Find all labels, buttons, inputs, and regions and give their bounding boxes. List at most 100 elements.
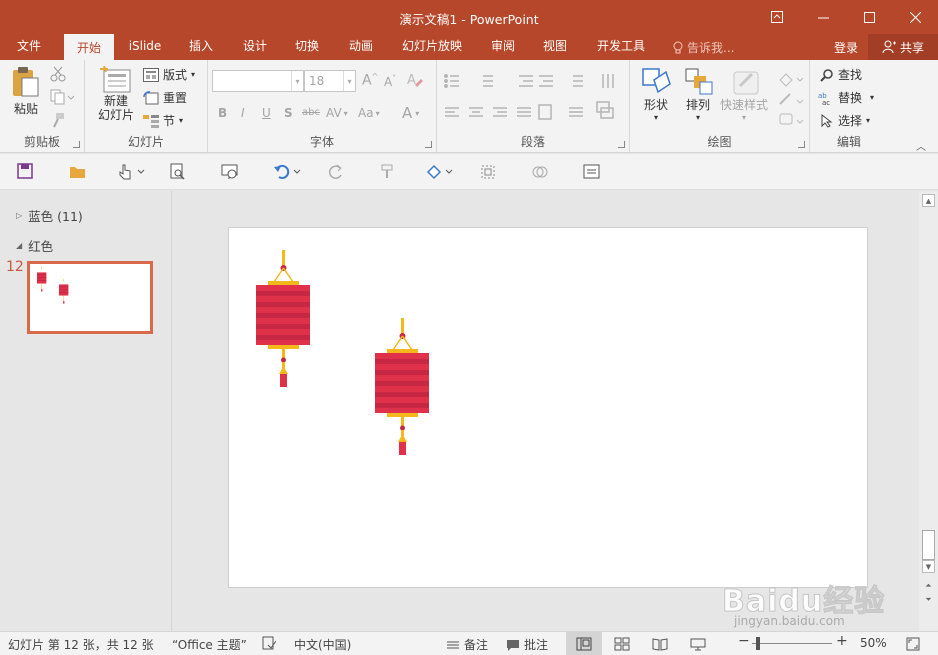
language[interactable]: 中文(中国) (294, 636, 351, 653)
shapes-button[interactable]: 形状 ▾ (636, 66, 676, 122)
slide-canvas[interactable] (228, 227, 868, 588)
slide-sorter-button[interactable] (604, 632, 640, 655)
spell-check-icon[interactable] (262, 636, 276, 650)
bold-button[interactable]: B (218, 106, 227, 120)
font-family-select[interactable]: ▾ (212, 70, 304, 92)
paragraph-group: 段落 (437, 60, 630, 153)
tab-home[interactable]: 开始 (64, 34, 114, 60)
notes-icon (447, 641, 459, 648)
paragraph-group-label: 段落 (520, 135, 545, 149)
next-slide-icon[interactable]: ⏷ (922, 593, 935, 606)
strikethrough-button[interactable]: abc (302, 107, 320, 118)
tab-design[interactable]: 设计 (232, 34, 278, 60)
font-launcher-icon[interactable] (425, 141, 432, 148)
underline-button[interactable]: U (262, 106, 271, 120)
undo-icon[interactable] (272, 162, 302, 182)
collapse-ribbon-icon[interactable]: ︿ (916, 138, 926, 153)
clipboard-launcher-icon[interactable] (73, 141, 80, 148)
replace-button[interactable]: ab ac 替换 ▾ (818, 89, 874, 106)
notes-button[interactable]: 备注 (446, 636, 488, 653)
zoom-out-button[interactable]: − (738, 633, 750, 649)
new-slide-button[interactable]: 新建 幻灯片 (91, 66, 141, 122)
scroll-thumb[interactable] (922, 530, 935, 560)
insert-picture-icon[interactable] (582, 162, 602, 182)
tab-slideshow[interactable]: 幻灯片放映 (396, 34, 468, 60)
vertical-scrollbar[interactable]: ▲ ▼ ⏶ ⏷ (919, 191, 938, 631)
shapes-qat-icon[interactable] (424, 162, 454, 182)
open-folder-icon[interactable] (68, 162, 88, 182)
scroll-up-icon[interactable]: ▲ (922, 194, 935, 207)
shadow-button[interactable]: S (284, 106, 293, 120)
reset-icon (143, 90, 159, 104)
fit-to-window-button[interactable] (906, 637, 920, 651)
lantern-left[interactable] (256, 250, 310, 387)
section-button[interactable]: 节 ▾ (143, 112, 183, 129)
shapes-icon (642, 68, 671, 94)
slide-thumbnail[interactable] (27, 261, 153, 334)
section-red[interactable]: ◢ 红色 (16, 236, 53, 255)
quick-styles-button[interactable]: 快速样式 ▾ (716, 66, 772, 122)
format-painter-qat-icon[interactable] (378, 162, 398, 182)
comments-button[interactable]: 批注 (506, 636, 548, 653)
arrange-button[interactable]: 排列 ▾ (678, 66, 718, 122)
reading-view-button[interactable] (642, 632, 678, 655)
find-button[interactable]: 查找 (820, 66, 862, 83)
redo-icon[interactable] (326, 162, 346, 182)
slideshow-view-button[interactable] (680, 632, 716, 655)
italic-button[interactable]: I (241, 106, 245, 120)
expand-triangle-icon: ▷ (16, 211, 23, 220)
change-case-button[interactable]: Aa ▾ (358, 106, 380, 120)
slide-editing-area (173, 191, 919, 631)
replace-icon: abac (818, 92, 830, 105)
save-icon[interactable] (16, 162, 36, 182)
login-link[interactable]: 登录 (834, 39, 858, 56)
copy-button[interactable] (50, 89, 74, 105)
touch-mode-icon[interactable] (116, 162, 146, 182)
tab-file[interactable]: 文件 (6, 34, 52, 60)
reset-button[interactable]: 重置 (143, 89, 187, 106)
tab-islide[interactable]: iSlide (120, 34, 170, 60)
drawing-launcher-icon[interactable] (798, 141, 805, 148)
layout-button[interactable]: 版式 ▾ (143, 66, 195, 83)
tab-transitions[interactable]: 切换 (284, 34, 330, 60)
zoom-level[interactable]: 50% (860, 636, 887, 650)
tab-view[interactable]: 视图 (532, 34, 578, 60)
tab-animations[interactable]: 动画 (338, 34, 384, 60)
print-preview-icon[interactable] (168, 162, 188, 182)
font-color-button[interactable]: A ▾ (402, 104, 419, 122)
new-slide-label-1: 新建 (103, 94, 128, 108)
paragraph-launcher-icon[interactable] (618, 141, 625, 148)
clear-formatting-button[interactable]: A (406, 72, 424, 88)
share-button[interactable]: 共享 (868, 34, 938, 60)
minimize-button[interactable] (800, 0, 846, 34)
cut-button[interactable] (50, 66, 66, 82)
align-icon[interactable] (478, 162, 498, 182)
close-button[interactable] (892, 0, 938, 34)
ribbon-display-options-button[interactable] (754, 0, 800, 34)
chevron-down-icon: ▾ (375, 108, 380, 118)
grow-font-button[interactable]: A^ (362, 72, 378, 89)
normal-view-button[interactable] (566, 632, 602, 655)
zoom-slider-track[interactable] (752, 643, 832, 644)
maximize-button[interactable] (846, 0, 892, 34)
slideshow-from-start-icon[interactable] (220, 162, 240, 182)
tell-me-box[interactable]: 告诉我... (673, 39, 734, 56)
select-button[interactable]: 选择 ▾ (820, 112, 870, 129)
merge-shapes-icon[interactable] (530, 162, 550, 182)
font-size-select[interactable]: 18 ▾ (304, 70, 356, 92)
format-painter-button[interactable] (50, 112, 66, 128)
previous-slide-icon[interactable]: ⏶ (922, 579, 935, 592)
tab-review[interactable]: 审阅 (480, 34, 526, 60)
tab-developer[interactable]: 开发工具 (590, 34, 652, 60)
find-label: 查找 (838, 68, 863, 82)
shrink-font-button[interactable]: A˅ (384, 74, 396, 89)
zoom-in-button[interactable]: + (836, 633, 848, 649)
section-blue[interactable]: ▷ 蓝色 (11) (16, 206, 83, 225)
tab-insert[interactable]: 插入 (178, 34, 224, 60)
scroll-down-icon[interactable]: ▼ (922, 560, 935, 573)
quick-styles-icon (733, 71, 759, 95)
lantern-right[interactable] (375, 318, 429, 455)
paste-button[interactable]: 粘贴 (8, 66, 44, 117)
char-spacing-button[interactable]: AV ▾ (326, 106, 348, 120)
zoom-slider-thumb[interactable] (756, 637, 760, 650)
